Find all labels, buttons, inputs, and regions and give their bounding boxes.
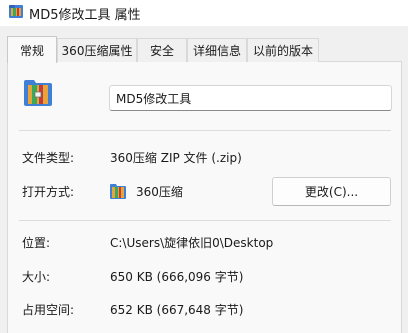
size-label: 大小: bbox=[22, 270, 51, 284]
tab-360zip-properties[interactable]: 360压缩属性 bbox=[57, 38, 137, 62]
divider bbox=[19, 220, 391, 221]
tab-strip: 常规 360压缩属性 安全 详细信息 以前的版本 bbox=[0, 36, 408, 63]
tab-security[interactable]: 安全 bbox=[137, 38, 187, 62]
size-on-disk-label: 占用空间: bbox=[22, 303, 75, 317]
size-value: 650 KB (666,096 字节) bbox=[110, 270, 244, 284]
size-on-disk-value: 652 KB (667,648 字节) bbox=[110, 303, 244, 317]
open-with-app-name: 360压缩 bbox=[136, 185, 183, 199]
winrar-archive-icon bbox=[24, 80, 52, 106]
tab-details[interactable]: 详细信息 bbox=[187, 38, 247, 62]
divider bbox=[19, 130, 391, 131]
tab-previous-versions[interactable]: 以前的版本 bbox=[247, 38, 319, 62]
location-label: 位置: bbox=[22, 236, 51, 250]
window-title: MD5修改工具 属性 bbox=[29, 8, 141, 23]
360zip-app-icon bbox=[110, 184, 126, 199]
location-value: C:\Users\旋律依旧0\Desktop bbox=[110, 236, 274, 250]
file-name-input[interactable]: MD5修改工具 bbox=[109, 85, 392, 111]
open-with-label: 打开方式: bbox=[22, 185, 75, 199]
winrar-archive-icon bbox=[9, 5, 23, 18]
title-bar: MD5修改工具 属性 bbox=[0, 0, 408, 26]
change-button[interactable]: 更改(C)... bbox=[272, 177, 391, 206]
tab-general[interactable]: 常规 bbox=[7, 36, 57, 63]
file-type-label: 文件类型: bbox=[22, 151, 75, 165]
file-type-value: 360压缩 ZIP 文件 (.zip) bbox=[110, 151, 242, 165]
